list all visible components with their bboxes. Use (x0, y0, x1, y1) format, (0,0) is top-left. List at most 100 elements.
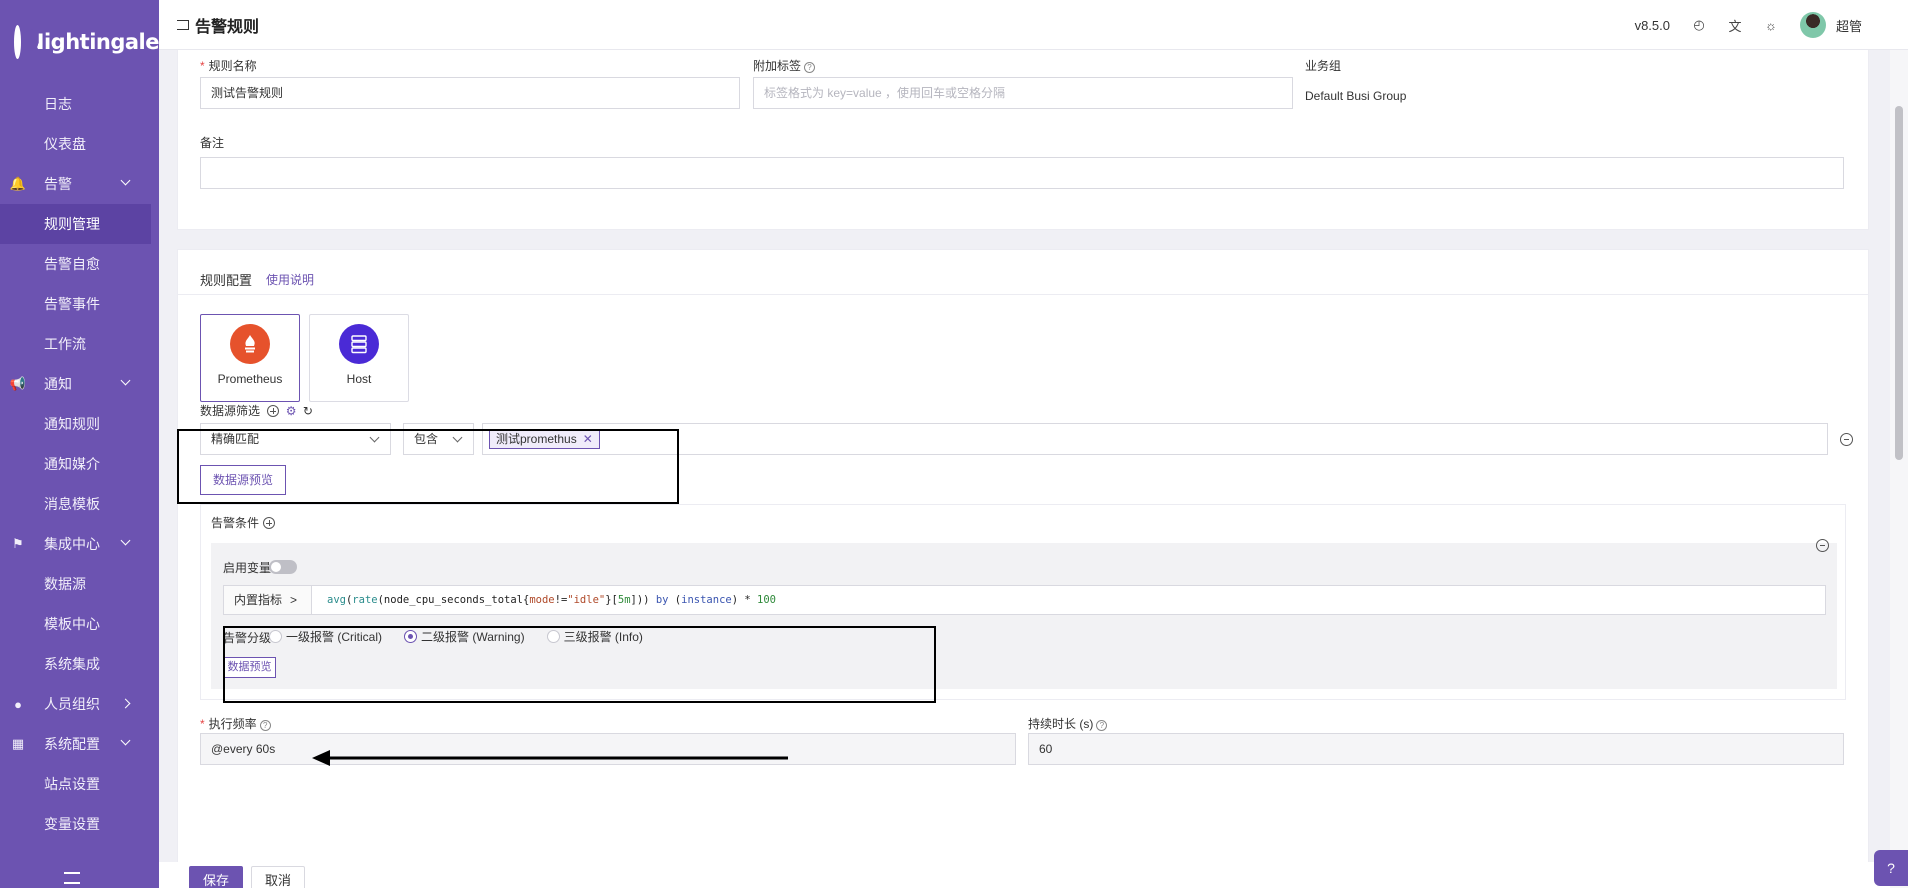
sidebar-item-label: 变量设置 (44, 816, 100, 832)
data-preview-button[interactable]: 数据预览 (223, 657, 276, 678)
ds-type-prometheus[interactable]: Prometheus (200, 314, 300, 402)
sidebar-item[interactable]: 工作流 (0, 324, 159, 364)
code-token: 100 (757, 594, 776, 606)
footer-bar: 保存 取消 (159, 862, 1890, 888)
sidebar-item[interactable]: 变量设置 (0, 804, 159, 844)
sidebar-item[interactable]: 规则管理 (0, 204, 151, 244)
settings-icon[interactable]: ⚙ (286, 404, 297, 418)
sidebar-item[interactable]: 模板中心 (0, 604, 159, 644)
severity-option-label: 三级报警 (Info) (563, 630, 643, 644)
help-icon[interactable]: ? (1874, 850, 1908, 886)
code-token: instance (681, 594, 732, 606)
sidebar-group[interactable]: 🔔 告警 (0, 164, 159, 204)
history-icon[interactable]: ◴ (1692, 17, 1706, 32)
note-label: 备注 (200, 136, 225, 150)
sidebar-item[interactable]: 通知媒介 (0, 444, 159, 484)
datasource-tag: 测试promethus ✕ (489, 429, 600, 449)
condition-label: 告警条件 (211, 514, 276, 531)
scrollbar-thumb[interactable] (1895, 106, 1903, 460)
help-icon[interactable]: ? (259, 720, 271, 731)
nightingale-bird-icon (14, 25, 21, 59)
collapse-menu-icon[interactable] (64, 872, 80, 884)
severity-radio-group: 一级报警 (Critical) 二级报警 (Warning) 三级报警 (Info) (269, 628, 665, 645)
user-icon: ● (14, 696, 22, 712)
avatar (1799, 12, 1826, 38)
promql-input[interactable]: 内置指标 > avg(rate(node_cpu_seconds_total{mo… (223, 585, 1826, 615)
radio-button[interactable] (269, 630, 282, 643)
sidebar-item-label: 模板中心 (44, 616, 100, 632)
sidebar-item-label: 规则管理 (44, 216, 100, 232)
enable-var-toggle[interactable] (269, 560, 297, 574)
sidebar-group[interactable]: ⚑ 集成中心 (0, 524, 159, 564)
duration-input[interactable]: 60 (1028, 733, 1844, 765)
cancel-button[interactable]: 取消 (251, 866, 305, 888)
tags-input[interactable]: 标签格式为 key=value ，使用回车或空格分隔 (753, 77, 1293, 109)
sidebar-item[interactable]: 数据源 (0, 564, 159, 604)
save-button[interactable]: 保存 (189, 866, 243, 888)
busi-group-value: Default Busi Group (1305, 89, 1407, 103)
rule-name-input[interactable]: 测试告警规则 (200, 77, 740, 109)
help-link[interactable]: 使用说明 (266, 271, 314, 288)
translate-icon[interactable]: 文 (1728, 18, 1742, 34)
theme-sun-icon[interactable]: ☼ (1764, 18, 1778, 33)
sidebar-item[interactable]: 消息模板 (0, 484, 159, 524)
radio-button[interactable] (404, 630, 417, 643)
sidebar-item[interactable]: 告警事件 (0, 284, 159, 324)
radio-button[interactable] (546, 630, 560, 643)
sidebar-item-label: 告警 (44, 176, 72, 192)
ds-filter-label: 数据源筛选 ⚙ ↻ (200, 404, 313, 418)
header: 告警规则 v8.5.0 ◴ 文 ☼ 超管 (159, 0, 1908, 50)
ds-type-host[interactable]: Host (309, 314, 409, 402)
grid-icon: ▦ (11, 736, 25, 751)
operator-select[interactable]: 包含 (403, 423, 474, 455)
match-mode-select[interactable]: 精确匹配 (200, 423, 391, 455)
remove-tag-icon[interactable]: ✕ (583, 432, 593, 446)
version-label: v8.5.0 (1634, 17, 1670, 33)
ds-preview-button[interactable]: 数据源预览 (200, 465, 286, 495)
refresh-icon[interactable]: ↻ (303, 404, 313, 418)
promql-code: avg(rate(node_cpu_seconds_total{mode!="i… (327, 586, 776, 614)
sidebar-item-label: 集成中心 (44, 536, 100, 552)
integration-icon: ⚑ (12, 536, 24, 551)
sidebar-item-label: 系统配置 (44, 736, 100, 752)
divider (178, 294, 1868, 295)
metric-button[interactable]: 内置指标 > (224, 586, 312, 614)
sidebar-item-label: 告警自愈 (44, 256, 100, 272)
help-icon[interactable]: ? (804, 62, 816, 73)
add-condition-icon[interactable] (263, 517, 276, 529)
sidebar-item-label: 系统集成 (44, 656, 100, 672)
back-icon[interactable] (177, 19, 189, 30)
megaphone-icon: 📢 (9, 376, 27, 391)
datasource-select[interactable]: 测试promethus ✕ (482, 423, 1828, 455)
logo[interactable]: Nightingale (0, 0, 159, 84)
sidebar-item-label: 站点设置 (44, 776, 100, 792)
severity-option[interactable]: 三级报警 (Info) (546, 630, 643, 644)
severity-option[interactable]: 二级报警 (Warning) (404, 630, 525, 644)
sidebar-group[interactable]: 📢 通知 (0, 364, 159, 404)
sidebar-item-label: 工作流 (44, 336, 86, 352)
sidebar-group[interactable]: ▦ 系统配置 (0, 724, 159, 764)
severity-option[interactable]: 一级报警 (Critical) (269, 630, 382, 644)
user-menu[interactable]: 超管 (1799, 12, 1862, 38)
remove-query-icon[interactable] (1816, 539, 1829, 552)
sidebar-item-label: 数据源 (44, 576, 86, 592)
sidebar-item[interactable]: 站点设置 (0, 764, 159, 804)
scrollbar[interactable] (1890, 50, 1908, 888)
sidebar-item[interactable]: 仪表盘 (0, 124, 159, 164)
sidebar-item-label: 通知规则 (44, 416, 100, 432)
annotation-arrow (312, 750, 788, 766)
sidebar-item[interactable]: 日志 (0, 84, 159, 124)
page-title: 告警规则 (195, 18, 260, 36)
sidebar-item-label: 仪表盘 (44, 136, 86, 152)
sidebar-item[interactable]: 通知规则 (0, 404, 159, 444)
add-filter-icon[interactable] (267, 405, 280, 417)
chevron-down-icon (120, 535, 131, 546)
sidebar-item[interactable]: 告警自愈 (0, 244, 159, 284)
note-input[interactable] (200, 157, 1844, 189)
chevron-down-icon (369, 432, 380, 443)
severity-option-label: 一级报警 (Critical) (286, 630, 382, 644)
sidebar-group[interactable]: ● 人员组织 (0, 684, 159, 724)
sidebar-item[interactable]: 系统集成 (0, 644, 159, 684)
remove-filter-icon[interactable] (1840, 433, 1853, 446)
help-icon[interactable]: ? (1096, 720, 1108, 731)
